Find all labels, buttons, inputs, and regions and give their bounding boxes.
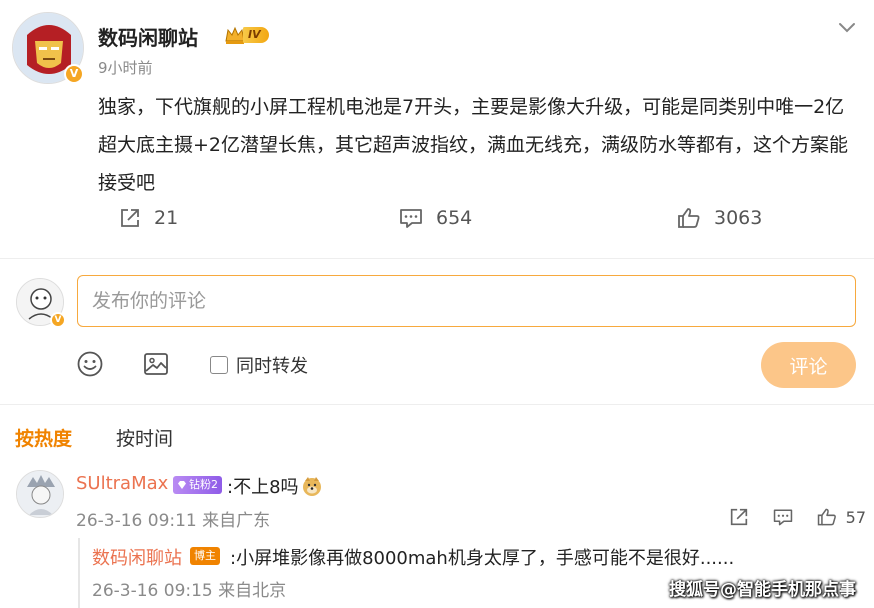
comment-username[interactable]: SUltraMax <box>76 473 168 494</box>
reply-username[interactable]: 数码闲聊站 <box>92 544 182 570</box>
repost-count: 21 <box>154 207 179 229</box>
fan-badge-text: 钻粉2 <box>189 478 218 491</box>
like-button[interactable]: 3063 <box>676 198 762 238</box>
comment-text: :不上8吗 <box>227 473 323 499</box>
tab-sort-by-hot[interactable]: 按热度 <box>15 424 72 451</box>
author-name[interactable]: 数码闲聊站 <box>98 22 198 51</box>
comment-sort-tabs: 按热度 按时间 <box>0 420 874 456</box>
post-header: V 数码闲聊站 IV 9小时前 <box>12 12 862 84</box>
commenter-avatar[interactable] <box>16 470 64 518</box>
comment-actions: 57 <box>706 504 866 530</box>
verified-badge-icon: V <box>50 312 66 328</box>
comment-like-count: 57 <box>845 507 866 527</box>
comment-icon[interactable] <box>772 506 794 528</box>
comment-text-content: :不上8吗 <box>227 477 299 498</box>
submit-comment-button[interactable]: 评论 <box>761 342 856 388</box>
thumb-up-icon <box>678 208 700 228</box>
verified-badge-icon: V <box>64 64 84 84</box>
divider <box>0 404 874 405</box>
comment-count: 654 <box>436 207 473 229</box>
post-text: 独家，下代旗舰的小屏工程机电池是7开头，主要是影像大升级，可能是同类别中唯一2亿… <box>98 96 849 194</box>
repost-checkbox[interactable]: 同时转发 <box>210 352 308 378</box>
repost-checkbox-label: 同时转发 <box>236 356 308 377</box>
smiley-icon[interactable] <box>76 350 104 378</box>
share-icon <box>121 209 139 227</box>
repost-button[interactable]: 21 <box>118 198 178 238</box>
comment-item: SUltraMax 钻粉2 :不上8吗 26-3-16 09:11 来自广东 5… <box>16 470 866 532</box>
image-icon[interactable] <box>142 350 170 378</box>
comment-button[interactable]: 654 <box>398 198 472 238</box>
share-icon[interactable] <box>728 506 750 528</box>
comment-input[interactable] <box>77 275 856 327</box>
doge-emoji-icon <box>302 477 321 496</box>
reply-text: :小屏堆影像再做8000mah机身太厚了，手感可能不是很好...... <box>230 548 735 569</box>
like-count: 3063 <box>714 207 763 229</box>
chevron-down-icon[interactable] <box>836 16 858 38</box>
comment-icon <box>400 209 422 228</box>
divider <box>0 258 874 259</box>
user-level-badge: IV <box>224 24 269 46</box>
author-badge: 博主 <box>190 547 220 565</box>
author-avatar[interactable]: V <box>12 12 84 84</box>
tab-sort-by-time[interactable]: 按时间 <box>116 424 173 451</box>
current-user-avatar[interactable]: V <box>16 278 66 328</box>
diamond-icon <box>178 481 186 489</box>
checkbox-box[interactable] <box>210 356 228 374</box>
post-time: 9小时前 <box>98 59 153 77</box>
level-text: IV <box>243 27 269 43</box>
reply-meta: 26-3-16 09:15 来自北京 <box>92 581 287 601</box>
fan-badge: 钻粉2 <box>173 476 222 494</box>
thumb-up-icon[interactable] <box>816 506 838 528</box>
post-actions: 21 654 3063 <box>0 198 874 238</box>
watermark: 搜狐号@智能手机那点事 <box>669 580 856 600</box>
comment-meta: 26-3-16 09:11 来自广东 <box>76 511 271 531</box>
